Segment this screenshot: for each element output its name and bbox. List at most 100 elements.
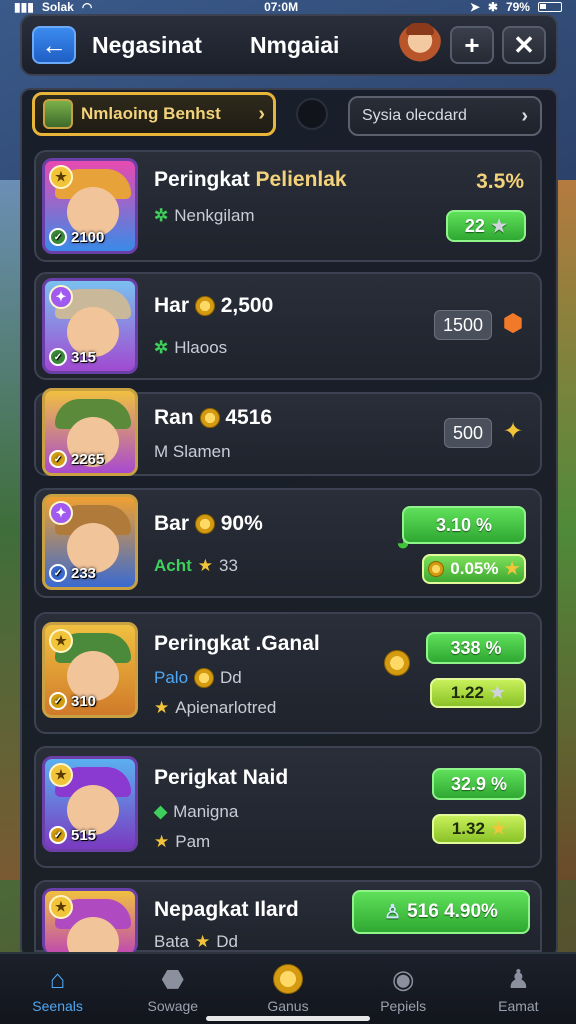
battery-icon: [537, 2, 562, 12]
rank-badge-icon: ★: [49, 895, 73, 919]
player-subtitle: Bata ★ Dd: [154, 932, 238, 951]
camera-icon: ◉: [391, 963, 415, 994]
tab-dot: [296, 98, 328, 130]
sparkle-icon: ✦: [502, 417, 524, 445]
bonus-pill[interactable]: 1.22 ★: [430, 678, 526, 708]
player-portrait: ✦ ✓ 315: [42, 278, 138, 374]
leaderboard-card[interactable]: ★ Nepagkat Ilard Bata ★ Dd ♙ 516 4.90%: [34, 880, 542, 954]
top-header: ← Negasinat Nmgaiai + ✕: [20, 14, 558, 76]
score-pill[interactable]: 3.10 %: [402, 506, 526, 544]
star-icon: ★: [197, 556, 214, 575]
score-pill[interactable]: ♙ 516 4.90%: [352, 890, 530, 934]
level-icon: ✓: [49, 692, 67, 710]
add-button[interactable]: +: [450, 26, 494, 64]
tab-bar: Nmlaoing Benhst › Sysia olecdard ›: [32, 92, 544, 138]
trophy-icon: ⬢: [502, 309, 524, 337]
player-level: ✓ 515: [49, 825, 131, 845]
player-name: Nepagkat Ilard: [154, 898, 299, 921]
rank-badge-icon: ✦: [49, 285, 73, 309]
player-portrait: ✓ 2265: [42, 388, 138, 476]
arrow-left-icon: ←: [41, 29, 67, 60]
player-subtitle: ✲ Nenkgilam: [154, 206, 255, 225]
player-portrait: ★ ✓ 515: [42, 756, 138, 852]
tab-thumbnail-icon: [43, 99, 73, 129]
player-name: Har 2,500: [154, 294, 274, 317]
rank-badge-icon: ★: [49, 629, 73, 653]
score-pill[interactable]: 22 ★: [446, 210, 526, 242]
chevron-right-icon: ›: [258, 102, 265, 125]
level-icon: ✓: [49, 348, 67, 366]
rank-badge-icon: ✦: [49, 501, 73, 525]
chevron-right-icon: ›: [521, 104, 528, 127]
coin-icon: [194, 514, 215, 535]
tab-secondary[interactable]: Sysia olecdard ›: [348, 96, 542, 136]
player-detail: ★ Apienarlotred: [154, 698, 277, 717]
tab-ranking-label: Nmlaoing Benhst: [81, 104, 221, 123]
plus-icon: +: [464, 29, 480, 60]
clock: 07:0M: [264, 0, 299, 14]
score-pill[interactable]: 32.9 %: [432, 768, 526, 800]
leaderboard-card[interactable]: ✓ 2265 Ran 4516 M Slamen 500 ✦: [34, 388, 542, 476]
player-portrait: ✦ ✓ 233: [42, 494, 138, 590]
score-pill[interactable]: 338 %: [426, 632, 526, 664]
level-icon: ✓: [49, 564, 67, 582]
coin-icon: [194, 296, 215, 317]
nav-item-home[interactable]: ⌂ Seenals: [8, 963, 108, 1015]
avatar[interactable]: [398, 23, 442, 67]
wifi-icon: ◠: [81, 0, 93, 14]
rank-percent: 3.5%: [476, 170, 524, 193]
coin-icon: [271, 964, 305, 994]
bonus-pill[interactable]: 0.05% ★: [422, 554, 526, 584]
leaderboard-card[interactable]: ★ ✓ 310 Peringkat .Ganal Palo Dd ★ Apienarl…: [34, 612, 542, 734]
nav-item-coin[interactable]: Ganus: [238, 964, 338, 1014]
rank-badge-icon: ★: [49, 763, 73, 787]
player-level: ✓ 233: [49, 563, 131, 583]
player-portrait: ★: [42, 888, 138, 954]
star-icon: ★: [154, 832, 170, 851]
nav-item-camera[interactable]: ◉ Pepiels: [353, 963, 453, 1015]
nav-item-shield[interactable]: ⬣ Sowage: [123, 963, 223, 1015]
player-subtitle: Acht ★ 33: [154, 556, 238, 575]
home-icon: ⌂: [49, 963, 66, 994]
gem-icon: ✲: [154, 338, 169, 357]
trophy-icon: ♙: [384, 901, 402, 923]
leaderboard-card[interactable]: ✦ ✓ 233 Bar 90% Acht ★ 33 ◕ 3.10 % 0.05% ★: [34, 488, 542, 598]
leaderboard-card[interactable]: ★ ✓ 2100 Peringkat Pelienlak ✲ Nenkgilam 3…: [34, 150, 542, 262]
player-name: Ran 4516: [154, 406, 273, 429]
player-name: Bar 90%: [154, 512, 263, 535]
star-icon: ★: [194, 932, 211, 951]
nav-item-person[interactable]: ♟ Eamat: [468, 964, 568, 1015]
page-subtitle: Nmgaiai: [249, 31, 340, 58]
player-subtitle: M Slamen: [154, 442, 231, 461]
close-button[interactable]: ✕: [502, 26, 546, 64]
coin-icon: [194, 668, 215, 688]
player-level: ✓ 2265: [49, 449, 131, 469]
leaderboard-card[interactable]: ★ ✓ 515 Perigkat Naid ◆ Manigna ★ Pam 32.9 …: [34, 746, 542, 868]
leaderboard-card[interactable]: ✦ ✓ 315 Har 2,500 ✲ Hlaoos 1500 ⬢: [34, 272, 542, 380]
background-left: [0, 180, 22, 880]
bottom-navigation: ⌂ Seenals ⬣ Sowage Ganus ◉ Pepiels ♟ Eam…: [0, 952, 576, 1024]
player-detail: ★ Pam: [154, 832, 211, 851]
player-portrait: ★ ✓ 310: [42, 622, 138, 718]
nav-arrow-icon: ➤: [469, 0, 480, 14]
star-icon: ★: [490, 819, 507, 838]
home-indicator[interactable]: [206, 1016, 370, 1021]
status-bar: ▮▮▮ Solak ◠ 07:0M ➤ ✱ 79%: [0, 0, 576, 14]
signal-icon: ▮▮▮: [14, 0, 34, 14]
player-name: Peringkat .Ganal: [154, 632, 320, 655]
tab-secondary-label: Sysia olecdard: [362, 107, 467, 124]
tab-ranking[interactable]: Nmlaoing Benhst ›: [32, 92, 276, 136]
gem-icon: ◆: [154, 802, 168, 821]
bonus-pill[interactable]: 1.32 ★: [432, 814, 526, 844]
back-button[interactable]: ←: [32, 26, 76, 64]
page-title: Negasinat: [92, 31, 202, 58]
level-icon: ✓: [49, 450, 67, 468]
star-icon: ★: [504, 559, 520, 578]
star-icon: ★: [154, 698, 170, 717]
score-pill[interactable]: 500: [443, 418, 492, 448]
carrier-label: Solak: [41, 0, 74, 14]
battery-percent: 79%: [505, 0, 530, 14]
score-pill[interactable]: 1500: [433, 310, 492, 340]
shield-icon: ⬣: [161, 963, 185, 994]
player-name: Perigkat Naid: [154, 766, 289, 789]
